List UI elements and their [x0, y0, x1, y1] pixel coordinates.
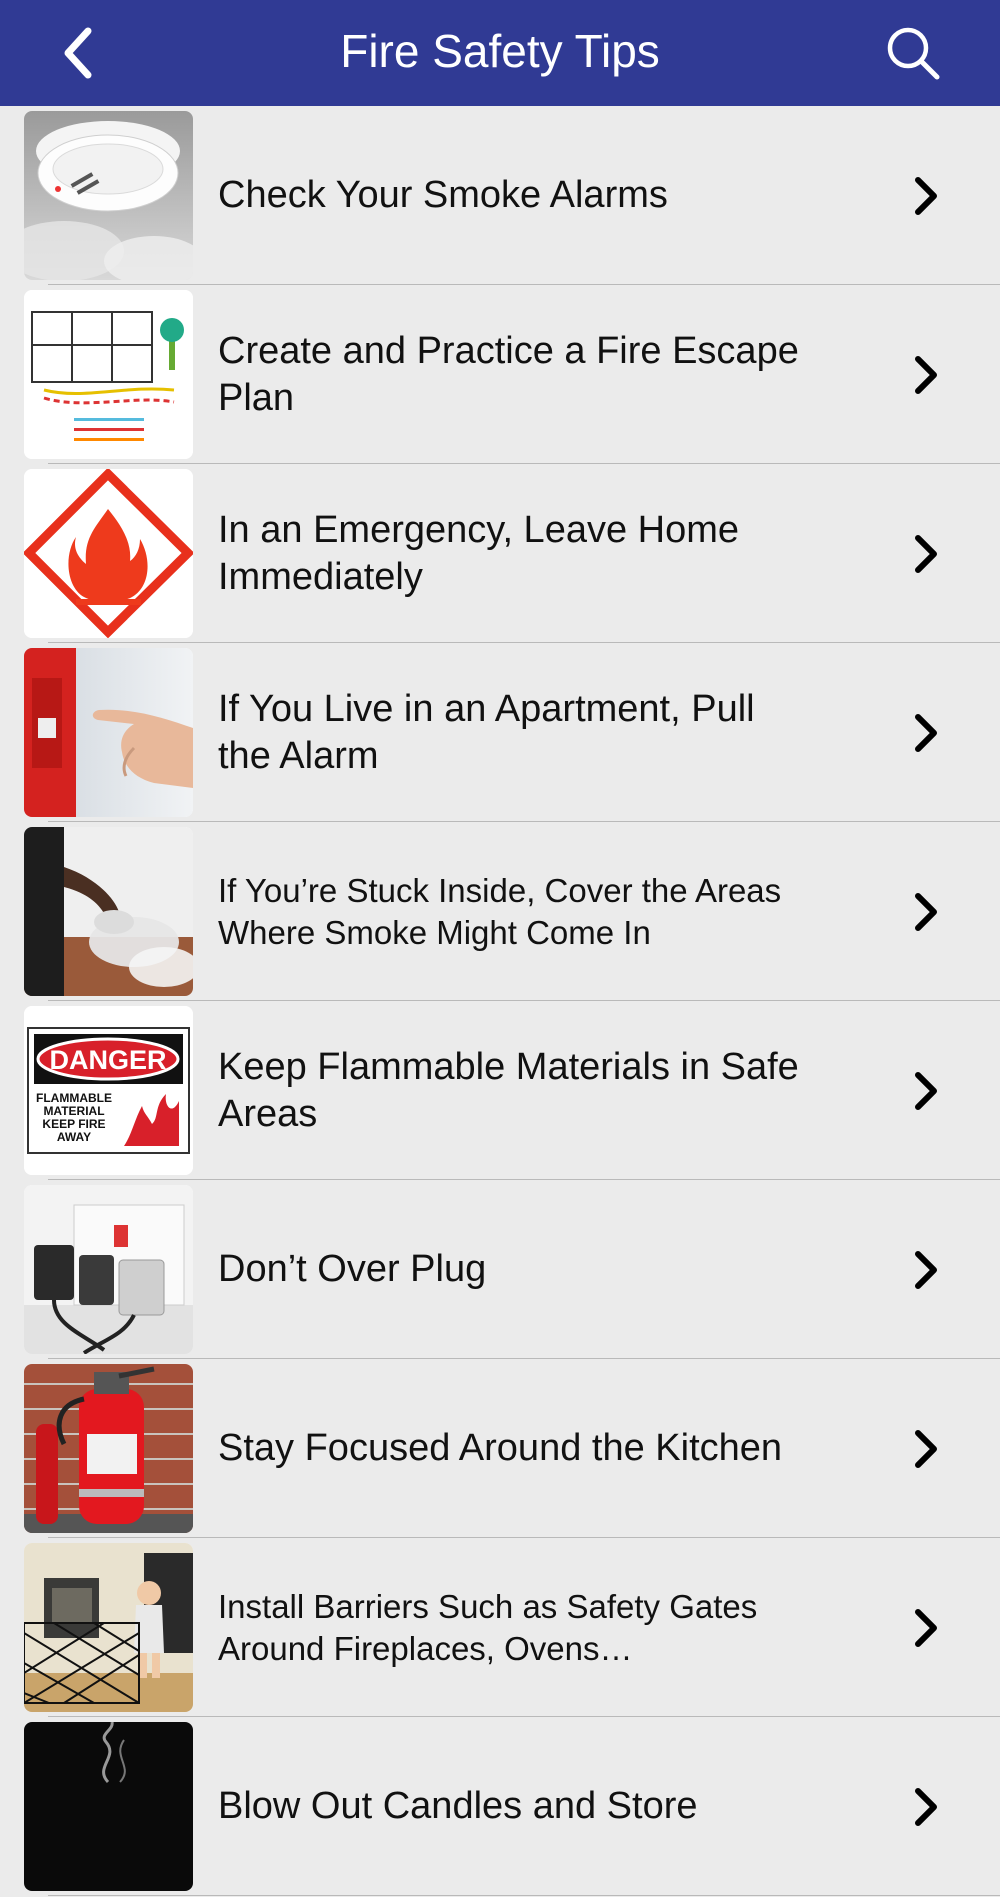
- smoke-door-thumbnail: [24, 827, 193, 996]
- candle-thumbnail: [24, 1722, 193, 1891]
- chevron-right-icon: [908, 174, 944, 218]
- tip-title: Blow Out Candles and Store: [218, 1785, 698, 1827]
- svg-text:AWAY: AWAY: [57, 1130, 91, 1144]
- nav-bar: Fire Safety Tips: [0, 0, 1000, 106]
- extinguisher-thumbnail: [24, 1364, 193, 1533]
- list-item[interactable]: If You’re Stuck Inside, Cover the Areas …: [0, 822, 1000, 1002]
- list-item[interactable]: Install Barriers Such as Safety Gates Ar…: [0, 1538, 1000, 1718]
- search-icon: [887, 27, 940, 80]
- list-item[interactable]: If You Live in an Apartment, Pull the Al…: [0, 643, 1000, 823]
- tip-title: If You’re Stuck Inside, Cover the Areas …: [218, 871, 782, 951]
- chevron-right-icon: [908, 1069, 944, 1113]
- list-item[interactable]: Don’t Over Plug: [0, 1180, 1000, 1360]
- chevron-right-icon: [908, 711, 944, 755]
- svg-text:FLAMMABLE: FLAMMABLE: [36, 1091, 112, 1105]
- tip-title: Check Your Smoke Alarms: [218, 174, 668, 216]
- page-title: Fire Safety Tips: [340, 25, 660, 77]
- list-item[interactable]: Create and Practice a Fire Escape Plan: [0, 285, 1000, 465]
- list-item[interactable]: Blow Out Candles and Store: [0, 1717, 1000, 1897]
- chevron-right-icon: [908, 1785, 944, 1829]
- tip-title: Create and Practice a Fire Escape Plan: [218, 329, 799, 419]
- list-item[interactable]: Check Your Smoke Alarms: [0, 106, 1000, 286]
- fireplace-gate-thumbnail: [24, 1543, 193, 1712]
- tip-title: In an Emergency, Leave Home Immediately: [218, 508, 740, 598]
- search-button[interactable]: [880, 20, 946, 86]
- tip-title: Stay Focused Around the Kitchen: [218, 1427, 783, 1469]
- list-item[interactable]: In an Emergency, Leave Home Immediately: [0, 464, 1000, 644]
- list-item[interactable]: Stay Focused Around the Kitchen: [0, 1359, 1000, 1539]
- tip-title: Keep Flammable Materials in Safe Areas: [218, 1045, 799, 1135]
- tips-list: Check Your Smoke Alarms Create and Pract…: [0, 106, 1000, 1897]
- tip-title: Don’t Over Plug: [218, 1248, 487, 1290]
- svg-text:MATERIAL: MATERIAL: [43, 1104, 104, 1118]
- escape-plan-thumbnail: [24, 290, 193, 459]
- chevron-right-icon: [908, 1606, 944, 1650]
- chevron-left-icon: [64, 27, 92, 79]
- sign-danger-text: DANGER: [49, 1045, 166, 1075]
- back-button[interactable]: [50, 22, 106, 84]
- outlet-thumbnail: [24, 1185, 193, 1354]
- chevron-right-icon: [908, 1248, 944, 1292]
- tip-title: Install Barriers Such as Safety Gates Ar…: [218, 1587, 758, 1667]
- chevron-right-icon: [908, 1427, 944, 1471]
- list-item[interactable]: DANGER FLAMMABLE MATERIAL KEEP FIRE AWAY…: [0, 1001, 1000, 1181]
- chevron-right-icon: [908, 890, 944, 934]
- danger-sign-thumbnail: DANGER FLAMMABLE MATERIAL KEEP FIRE AWAY: [24, 1006, 193, 1175]
- smoke-alarm-thumbnail: [24, 111, 193, 280]
- svg-text:KEEP FIRE: KEEP FIRE: [42, 1117, 105, 1131]
- chevron-right-icon: [908, 532, 944, 576]
- tip-title: If You Live in an Apartment, Pull the Al…: [218, 687, 755, 777]
- chevron-right-icon: [908, 353, 944, 397]
- flammable-sign-thumbnail: [24, 469, 193, 638]
- alarm-pull-thumbnail: [24, 648, 193, 817]
